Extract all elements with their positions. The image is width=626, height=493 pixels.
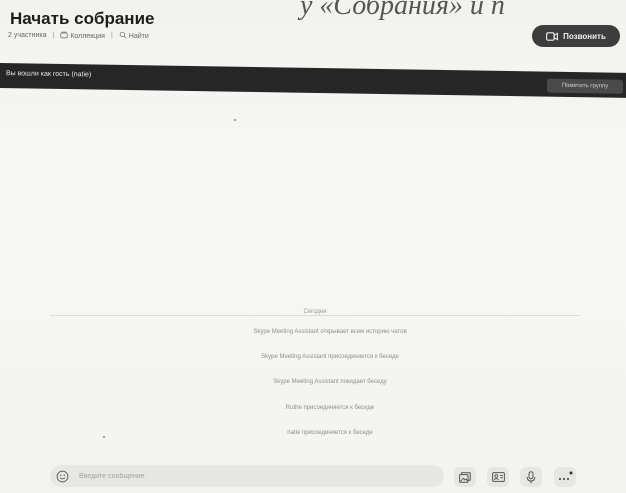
system-message: Ruthe присоединяется к беседе [285, 405, 375, 411]
video-camera-icon [546, 31, 559, 41]
dust-speck [103, 436, 105, 438]
message-composer [50, 465, 444, 487]
header-meta: 2 участника | Коллекция | Найти [8, 31, 149, 40]
guest-banner: Вы вошли как гость (natie) Пометить груп… [0, 63, 626, 98]
guest-banner-text: Вы вошли как гость (natie) [6, 70, 92, 79]
find-label: Найти [128, 33, 149, 40]
mark-group-button[interactable]: Пометить группу [547, 78, 623, 94]
contact-card-icon [491, 472, 505, 482]
gallery-button[interactable] [454, 467, 476, 487]
system-message: natie присоединяется к беседе [287, 430, 373, 436]
collection-icon [60, 31, 68, 39]
page-title: Начать собрание [10, 9, 155, 28]
meta-separator: | [110, 32, 113, 39]
system-message: Skype Meeting Assistant присоединяется к… [261, 354, 399, 360]
system-message: Skype Meeting Assistant покидает беседу [273, 379, 387, 385]
background-text-fragment: у «Собрания» и п [300, 0, 505, 21]
chat-area[interactable]: Сегодня Skype Meeting Assistant открывае… [0, 95, 626, 455]
meta-separator: | [52, 32, 55, 39]
meeting-window: у «Собрания» и п Начать собрание 2 участ… [0, 0, 626, 493]
collection-link[interactable]: Коллекция [60, 31, 105, 40]
more-options-button[interactable] [554, 467, 576, 487]
image-gallery-icon [459, 471, 471, 483]
collection-label: Коллекция [70, 33, 105, 40]
more-dots-icon [558, 471, 573, 481]
microphone-icon [526, 470, 536, 483]
message-input[interactable] [79, 472, 419, 480]
search-icon [119, 31, 127, 39]
date-divider [50, 315, 580, 316]
date-separator: Сегодня [280, 309, 350, 315]
contact-card-button[interactable] [487, 467, 509, 487]
microphone-button[interactable] [520, 467, 542, 487]
dust-speck [234, 119, 236, 121]
smiley-icon[interactable] [56, 470, 69, 483]
find-link[interactable]: Найти [119, 31, 149, 40]
participants-link[interactable]: 2 участника [8, 32, 46, 39]
call-button[interactable]: Позвонить [532, 25, 620, 47]
call-button-label: Позвонить [563, 31, 606, 41]
system-message: Skype Meeting Assistant открывает всем и… [253, 329, 407, 335]
